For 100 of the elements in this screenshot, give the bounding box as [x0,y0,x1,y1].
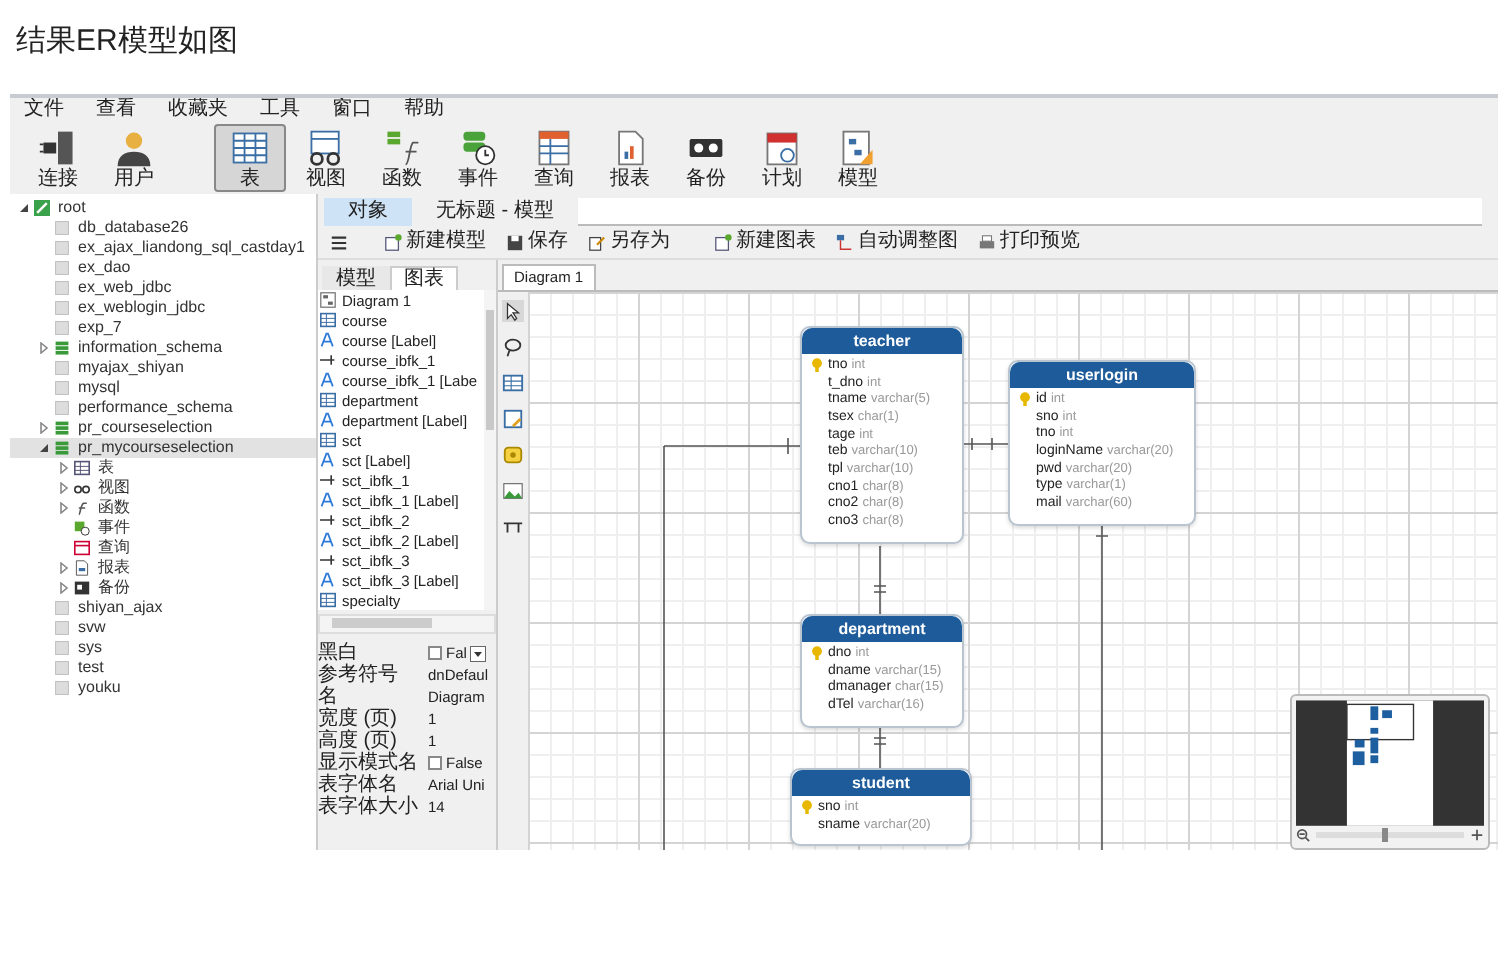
tree-item[interactable]: test [10,658,316,678]
tree-item[interactable]: db_database26 [10,218,316,238]
tree-item[interactable]: information_schema [10,338,316,358]
toolbar-button[interactable]: 函数 [366,124,438,192]
table-icon[interactable] [502,372,524,394]
user-icon [114,127,154,167]
toolbar-button[interactable]: 表 [214,124,286,192]
tree-item[interactable]: performance_schema [10,398,316,418]
menu-item[interactable]: 查看 [86,98,146,122]
property-name: 高度 (页) [318,730,397,752]
tree-item[interactable]: ex_weblogin_jdbc [10,298,316,318]
checkbox[interactable] [428,646,442,660]
page-heading: 结果ER模型如图 [14,22,238,62]
tree-item[interactable]: pr_mycourseselection [10,438,316,458]
plug-icon [38,127,78,167]
event-icon [74,520,90,536]
expanded-arrow-icon[interactable] [18,202,30,214]
label-icon [320,572,336,588]
property-name: 名 [318,686,339,708]
function-icon [74,500,90,516]
relation-icon [320,472,336,488]
collapsed-arrow-icon[interactable] [38,342,50,354]
table-icon [230,127,270,167]
tree-item[interactable]: exp_7 [10,318,316,338]
relation-icon [320,512,336,528]
toolbar-button[interactable]: 视图 [290,124,362,192]
property-name: 黑白 [318,642,358,664]
minimap-panel[interactable] [1290,694,1490,850]
panel-tab[interactable]: 图表 [390,266,458,290]
note-icon[interactable] [502,408,524,430]
scrollbar[interactable] [484,290,496,610]
lasso-icon[interactable] [502,336,524,358]
zoom-in-icon[interactable] [1470,828,1484,843]
tree-item[interactable]: 报表 [10,558,316,578]
toolbar-button[interactable]: 备份 [670,124,742,192]
menu-item[interactable]: 收藏夹 [158,98,238,122]
toolbar-button[interactable]: 用户 [98,124,170,192]
new-icon [384,233,402,251]
layout-icon [836,233,854,251]
entity-title: student [792,770,970,796]
menu-icon[interactable] [330,233,348,251]
tree-item[interactable]: 函数 [10,498,316,518]
tree-item[interactable]: ex_web_jdbc [10,278,316,298]
print-icon [978,233,996,251]
tree-item[interactable]: 查询 [10,538,316,558]
tree-item[interactable]: sys [10,638,316,658]
tree-item[interactable]: 表 [10,458,316,478]
label-icon [320,412,336,428]
tree-item[interactable]: youku [10,678,316,698]
label-icon [320,452,336,468]
toolbar-button[interactable]: 打印预览 [974,230,1084,254]
entity-title: teacher [802,328,962,354]
tree-item[interactable]: ex_ajax_liandong_sql_castday1 [10,238,316,258]
toolbar-button[interactable]: 另存为 [584,230,674,254]
tree-item[interactable]: 事件 [10,518,316,538]
panel-tab[interactable]: 模型 [322,266,390,290]
model-icon [838,127,878,167]
property-name: 参考符号 [318,664,400,686]
scrollbar[interactable] [318,614,496,634]
query-icon [74,540,90,556]
document-tab[interactable]: 对象 [324,198,412,226]
backup-icon [74,580,90,596]
property-name: 表字体大小 [318,796,420,818]
toolbar-button[interactable]: 事件 [442,124,514,192]
line-icon[interactable] [502,516,524,538]
view-icon [74,480,90,496]
toolbar-button[interactable]: 新建模型 [380,230,490,254]
tree-item[interactable]: mysql [10,378,316,398]
tree-item[interactable]: myajax_shiyan [10,358,316,378]
toolbar-button[interactable]: 自动调整图 [832,230,962,254]
checkbox[interactable] [428,756,442,770]
image-icon[interactable] [502,480,524,502]
toolbar-button[interactable]: 保存 [502,230,572,254]
label-icon[interactable] [502,444,524,466]
menu-item[interactable]: 工具 [250,98,310,122]
tree-item[interactable]: pr_courseselection [10,418,316,438]
tree-item[interactable]: root [10,198,316,218]
toolbar-button[interactable]: 计划 [746,124,818,192]
tree-item[interactable]: 视图 [10,478,316,498]
menu-item[interactable]: 帮助 [394,98,454,122]
pointer-icon[interactable] [502,300,524,322]
tree-item[interactable]: svw [10,618,316,638]
label-icon [320,332,336,348]
toolbar-button[interactable]: 查询 [518,124,590,192]
connector-line [959,437,1009,451]
expanded-arrow-icon[interactable] [38,442,50,454]
dropdown-arrow-icon[interactable] [470,645,487,661]
toolbar-button[interactable]: 连接 [22,124,94,192]
toolbar-button[interactable]: 新建图表 [710,230,820,254]
tree-item[interactable]: ex_dao [10,258,316,278]
function-icon [382,127,422,167]
toolbar-button[interactable]: 报表 [594,124,666,192]
property-name: 宽度 (页) [318,708,399,730]
collapsed-arrow-icon[interactable] [38,422,50,434]
toolbar-button[interactable]: 模型 [822,124,894,192]
relation-icon [320,352,336,368]
tree-item[interactable]: 备份 [10,578,316,598]
new-icon [714,233,732,251]
zoom-out-icon[interactable] [1296,828,1310,843]
tree-item[interactable]: shiyan_ajax [10,598,316,618]
